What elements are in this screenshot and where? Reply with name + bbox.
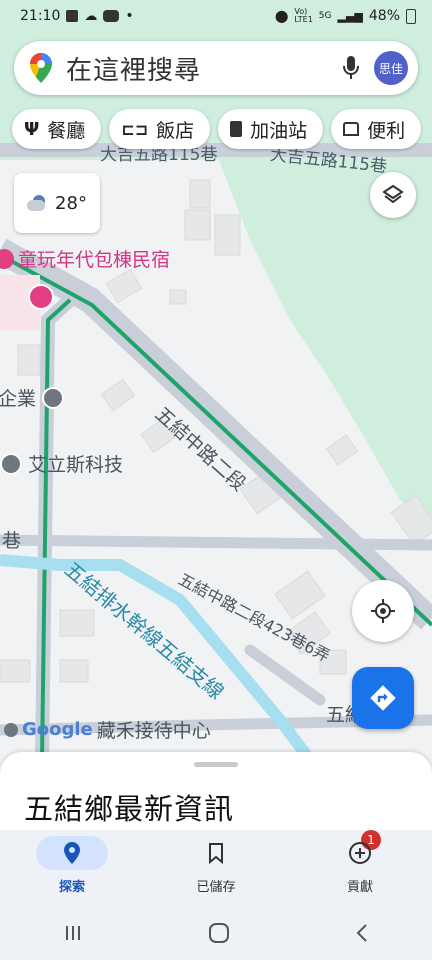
chip-hotel[interactable]: ⊏⊐ 飯店 bbox=[109, 109, 211, 149]
company-pin[interactable]: 企業 bbox=[0, 384, 65, 411]
nav-contribute[interactable]: 貢獻 bbox=[288, 830, 432, 906]
maps-pin-icon bbox=[30, 53, 52, 83]
hotel-label: 童玩年代包棟民宿 bbox=[18, 249, 171, 271]
bookmark-icon bbox=[209, 843, 223, 864]
partly-cloudy-icon bbox=[27, 195, 47, 211]
chip-convenience-store[interactable]: 便利 bbox=[331, 109, 422, 149]
chip-label: 便利 bbox=[367, 119, 406, 142]
bed-icon: ⊏⊐ bbox=[121, 119, 149, 139]
company-label: 企業 bbox=[0, 388, 37, 410]
facebook-icon bbox=[66, 10, 79, 22]
category-chips: Ψ 餐廳 ⊏⊐ 飯店 加油站 便利 bbox=[12, 109, 422, 149]
hotel-marker-icon bbox=[0, 248, 14, 269]
alley-label: 巷 bbox=[2, 530, 22, 552]
volte-icon: Vo) LTE1 bbox=[294, 7, 313, 24]
my-location-button[interactable] bbox=[352, 580, 414, 642]
back-icon[interactable] bbox=[355, 923, 369, 943]
add-circle-icon bbox=[349, 842, 371, 864]
tech-pin[interactable]: 艾立斯科技 bbox=[0, 450, 123, 477]
chip-restaurant[interactable]: Ψ 餐廳 bbox=[12, 109, 102, 149]
sheet-drag-handle[interactable] bbox=[194, 762, 238, 767]
hotel-pin[interactable]: 童玩年代包棟民宿 bbox=[0, 245, 170, 272]
sheet-title: 五結鄉最新資訊 bbox=[24, 792, 235, 826]
dot-icon: • bbox=[125, 8, 134, 24]
nav-explore-label: 探索 bbox=[58, 880, 85, 895]
battery-icon bbox=[406, 8, 416, 24]
chip-label: 加油站 bbox=[250, 119, 308, 142]
search-input[interactable]: 在這裡搜尋 bbox=[66, 50, 342, 87]
news-sheet[interactable]: 五結鄉最新資訊 bbox=[0, 752, 432, 842]
nav-saved-label: 已儲存 bbox=[196, 880, 236, 895]
layers-button[interactable] bbox=[370, 172, 416, 218]
store-icon bbox=[343, 122, 360, 136]
status-bar: 21:10 ☁ • ⬤ Vo) LTE1 5G ▂▄▆ 48% bbox=[0, 0, 432, 32]
avatar[interactable]: 思佳 bbox=[374, 51, 408, 85]
hotel-marker-icon-small[interactable] bbox=[28, 284, 54, 310]
fork-knife-icon: Ψ bbox=[24, 118, 40, 140]
company-marker-icon bbox=[42, 386, 65, 409]
directions-button[interactable] bbox=[352, 667, 414, 729]
chip-label: 餐廳 bbox=[47, 119, 86, 142]
cloud-icon: ☁ bbox=[84, 8, 98, 24]
recent-apps-icon[interactable] bbox=[63, 924, 83, 942]
nav-contribute-label: 貢獻 bbox=[346, 880, 373, 895]
tech-label: 艾立斯科技 bbox=[28, 454, 124, 476]
location-icon: ⬤ bbox=[274, 9, 289, 23]
chip-gas-station[interactable]: 加油站 bbox=[218, 109, 324, 149]
crosshair-icon bbox=[371, 599, 395, 623]
bottom-navigation: 探索 1 已儲存 貢獻 bbox=[0, 830, 432, 906]
battery-text: 48% bbox=[368, 8, 400, 24]
chip-label: 飯店 bbox=[156, 119, 195, 142]
location-pin-icon bbox=[64, 842, 80, 864]
status-time: 21:10 bbox=[20, 8, 61, 24]
home-icon[interactable] bbox=[208, 922, 230, 944]
microphone-icon[interactable] bbox=[342, 55, 360, 81]
signal-bars-icon: ▂▄▆ bbox=[337, 9, 363, 23]
layers-icon bbox=[382, 184, 404, 204]
nav-explore[interactable]: 探索 bbox=[0, 830, 144, 906]
google-logo-text: Google bbox=[22, 719, 93, 740]
nav-saved[interactable]: 1 已儲存 bbox=[144, 830, 381, 906]
reception-marker-icon bbox=[4, 722, 18, 737]
weather-widget[interactable]: 28° bbox=[14, 173, 100, 233]
search-bar[interactable]: 在這裡搜尋 思佳 bbox=[14, 41, 418, 95]
gas-station-icon bbox=[230, 121, 243, 137]
system-nav-bar bbox=[0, 906, 432, 960]
google-logo: Google 藏禾接待中心 bbox=[4, 716, 211, 743]
directions-icon bbox=[370, 685, 396, 711]
line-app-icon bbox=[103, 10, 120, 22]
reception-label[interactable]: 藏禾接待中心 bbox=[97, 716, 211, 743]
signal-5g-icon: 5G bbox=[318, 11, 332, 21]
tech-marker-icon bbox=[0, 452, 22, 475]
weather-temp: 28° bbox=[55, 192, 87, 214]
